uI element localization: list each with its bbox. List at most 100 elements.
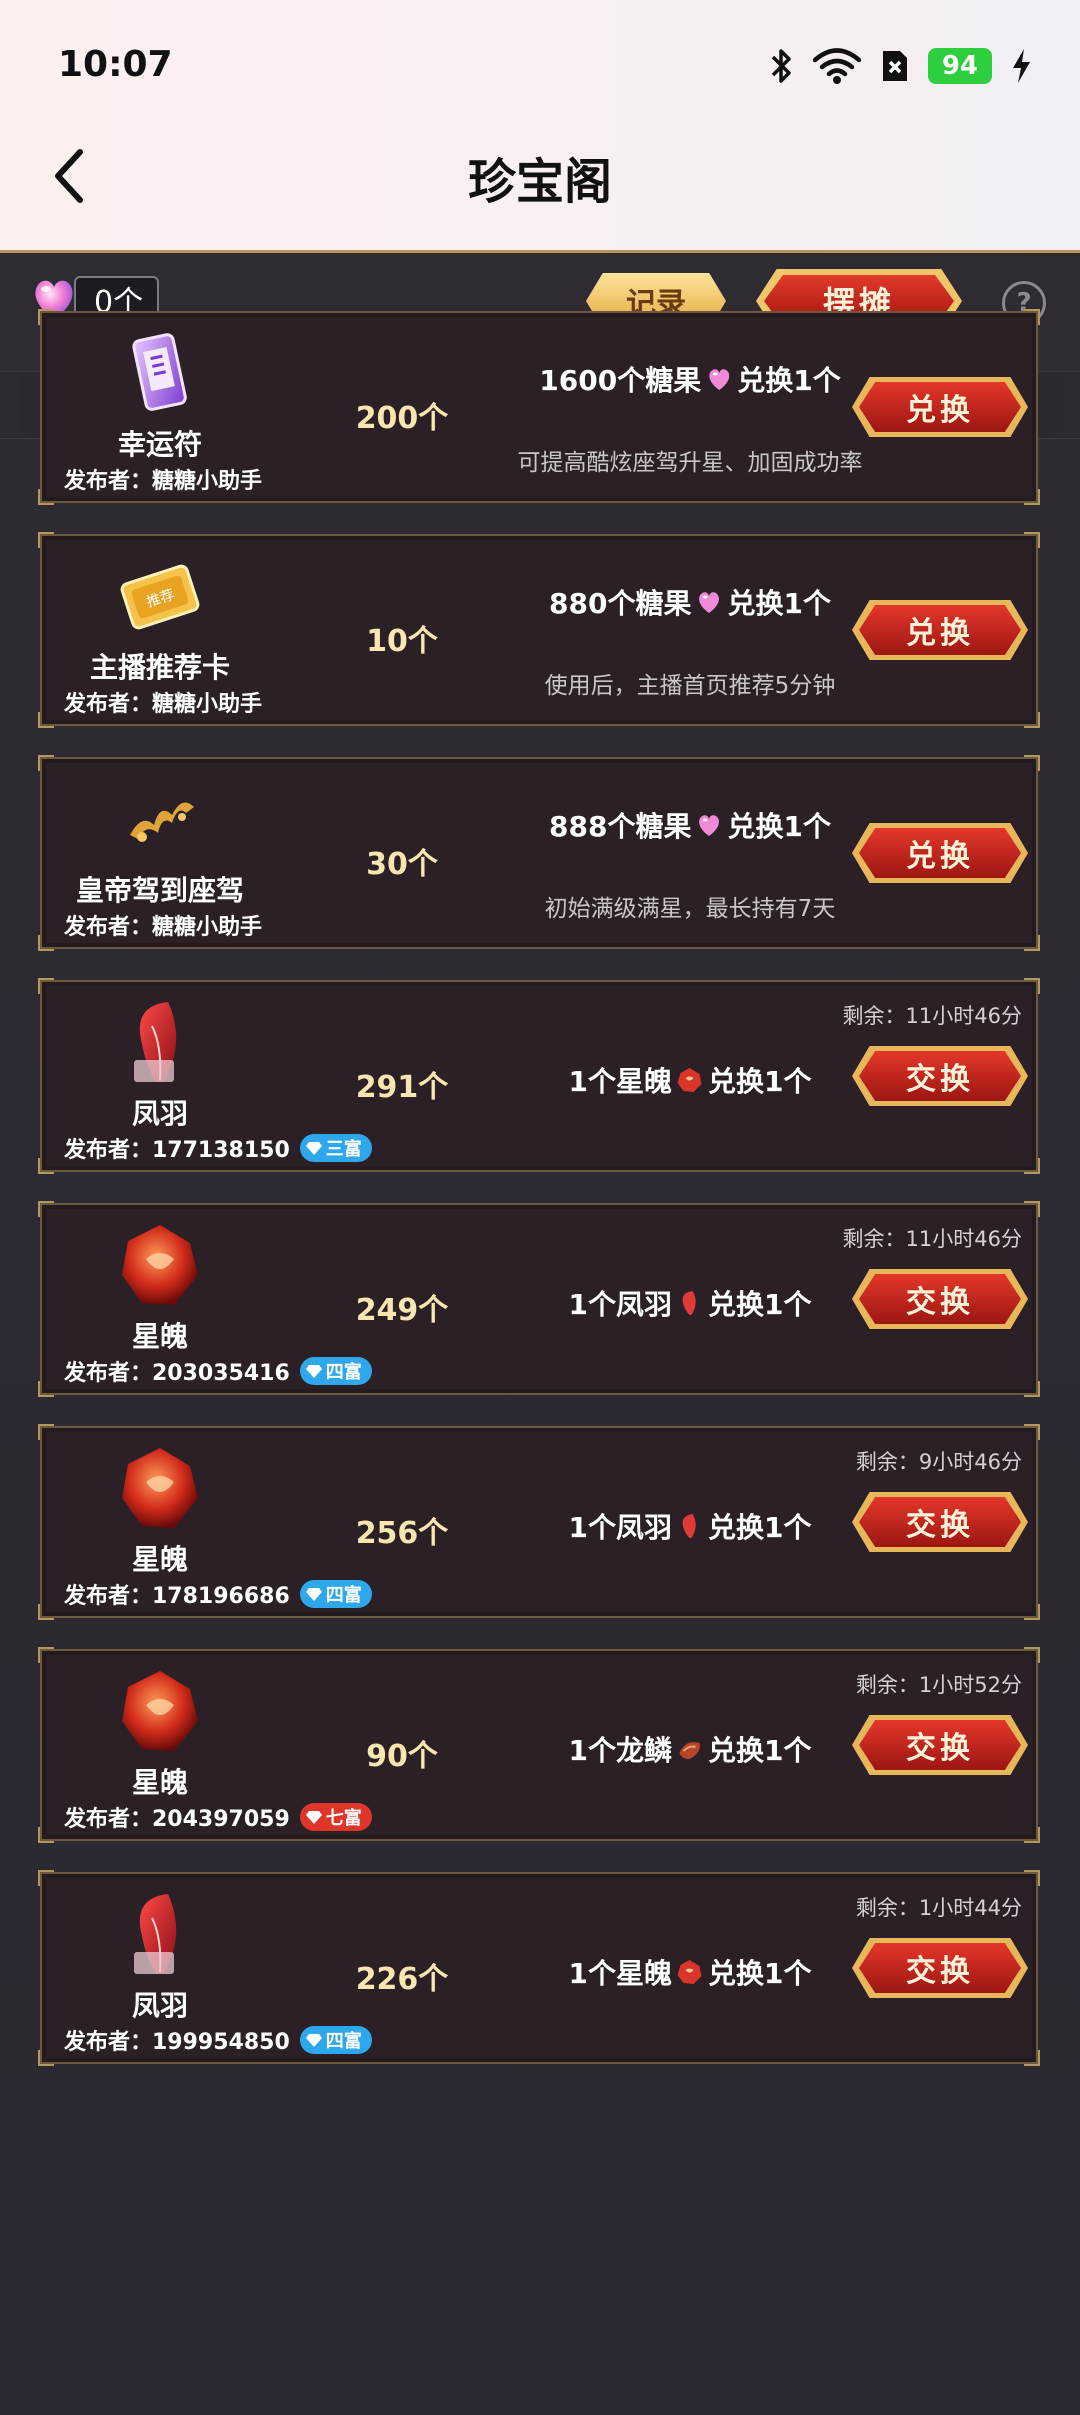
condition-cost: 880个糖果: [549, 587, 692, 620]
candy-icon: [695, 588, 723, 616]
exchange-label: 交换: [906, 1731, 974, 1766]
item-name: 主播推荐卡: [89, 651, 230, 684]
item-quantity: 200个: [355, 401, 449, 436]
rank-badge: 四富: [299, 1580, 372, 1608]
exchange-button[interactable]: 兑换: [852, 377, 1028, 437]
item-description: 可提高酷炫座驾升星、加固成功率: [517, 450, 863, 476]
item-icon: [112, 1665, 208, 1759]
exchange-button[interactable]: 交换: [852, 1269, 1028, 1329]
publisher-text: 发布者：203035416: [64, 1361, 290, 1386]
item-icon: 推荐: [112, 550, 208, 644]
condition-result: 兑换1个: [708, 1734, 812, 1767]
bluetooth-icon: [771, 49, 791, 83]
publisher-text: 发布者：204397059: [64, 1807, 290, 1832]
item-quantity: 256个: [355, 1516, 449, 1551]
item-name: 星魄: [131, 1766, 188, 1799]
condition-result: 兑换1个: [737, 364, 841, 397]
remaining-time: 剩余：11小时46分: [842, 1227, 1022, 1251]
item-quantity: 249个: [355, 1293, 449, 1328]
item-card: 推荐主播推荐卡发布者：糖糖小助手 10个 880个糖果 兑换1个使用后，主播首页推荐5…: [38, 532, 1040, 728]
charging-icon: [1013, 49, 1030, 83]
item-card: 凤羽 发布者：177138150 三富 291个 1个星魄 兑换1个 剩余：11小时46分交…: [38, 978, 1040, 1174]
treasure-panel: 0个 记录 摆摊 ? 道具 数量 条件 操作 幸运符发布者：糖糖小助手200个1…: [0, 250, 1080, 2415]
exchange-condition: 1个凤羽 兑换1个: [569, 1506, 812, 1546]
exchange-condition: 888个糖果 兑换1个: [549, 805, 831, 845]
rank-label: 四富: [325, 1585, 362, 1606]
rank-badge: 四富: [299, 1357, 372, 1385]
item-description: 使用后，主播首页推荐5分钟: [544, 673, 836, 699]
publisher-text: 发布者：糖糖小助手: [64, 469, 263, 494]
item-icon: [112, 327, 208, 421]
publisher: 发布者：178196686 四富: [64, 1578, 372, 1610]
condition-cost: 1个凤羽: [568, 1511, 672, 1544]
rank-badge: 三富: [299, 1134, 372, 1162]
exchange-label: 交换: [906, 1285, 974, 1320]
item-icon: [112, 1888, 208, 1982]
condition-cost: 1600个糖果: [539, 364, 702, 397]
item-card: 星魄发布者：204397059 七富 90个 1个龙鳞 兑换1个 剩余：1小时52分交换: [38, 1647, 1040, 1843]
publisher: 发布者：糖糖小助手: [64, 463, 262, 495]
item-quantity: 291个: [355, 1070, 449, 1105]
item-name: 幸运符: [117, 428, 202, 461]
item-card: 皇帝驾到座驾发布者：糖糖小助手 30个 888个糖果 兑换1个初始满级满星，最长持有7…: [38, 755, 1040, 951]
exchange-label: 兑换: [906, 839, 974, 874]
item-quantity: 10个: [366, 624, 438, 659]
item-quantity: 90个: [366, 1739, 438, 1774]
item-card: 星魄 发布者：178196686 四富 256个 1个凤羽 兑换1个 剩余：9小时46分交换: [38, 1424, 1040, 1620]
condition-cost: 1个凤羽: [568, 1288, 672, 1321]
phoenix-feather-icon: [676, 1512, 704, 1540]
exchange-condition: 1个星魄 兑换1个: [569, 1952, 812, 1992]
item-name: 星魄: [131, 1543, 188, 1576]
exchange-button[interactable]: 交换: [852, 1715, 1028, 1775]
condition-result: 兑换1个: [727, 587, 831, 620]
remaining-time: 剩余：9小时46分: [855, 1450, 1022, 1474]
item-name: 凤羽: [131, 1097, 188, 1130]
top-bar: 10:07 94 珍宝阁: [0, 0, 1080, 250]
exchange-button[interactable]: 交换: [852, 1046, 1028, 1106]
publisher: 发布者：糖糖小助手: [64, 909, 262, 941]
item-description: 初始满级满星，最长持有7天: [544, 896, 836, 922]
publisher: 发布者：199954850 四富: [64, 2024, 372, 2056]
condition-result: 兑换1个: [708, 1065, 812, 1098]
rank-label: 七富: [325, 1808, 362, 1829]
exchange-condition: 1个龙鳞 兑换1个: [569, 1729, 812, 1769]
condition-result: 兑换1个: [708, 1511, 812, 1544]
candy-icon: [705, 365, 733, 393]
star-soul-icon: [676, 1958, 704, 1986]
exchange-label: 交换: [906, 1954, 974, 1989]
publisher-text: 发布者：糖糖小助手: [64, 915, 263, 940]
exchange-button[interactable]: 交换: [852, 1938, 1028, 1998]
exchange-button[interactable]: 兑换: [852, 823, 1028, 883]
publisher-text: 发布者：糖糖小助手: [64, 692, 263, 717]
status-icons: 94: [768, 44, 1032, 88]
item-icon: [112, 996, 208, 1090]
remaining-time: 剩余：11小时46分: [842, 1004, 1022, 1028]
exchange-button[interactable]: 兑换: [852, 600, 1028, 660]
condition-cost: 888个糖果: [549, 810, 692, 843]
exchange-condition: 1个凤羽 兑换1个: [569, 1283, 812, 1323]
exchange-button[interactable]: 交换: [852, 1492, 1028, 1552]
item-card: 凤羽 发布者：199954850 四富 226个 1个星魄 兑换1个 剩余：1小时44分 交换: [38, 1870, 1040, 2066]
item-icon: [112, 1219, 208, 1313]
rank-badge: 四富: [299, 2026, 372, 2054]
phoenix-feather-icon: [676, 1289, 704, 1317]
exchange-label: 兑换: [906, 393, 974, 428]
publisher: 发布者：177138150 三富: [64, 1132, 372, 1164]
dragon-scale-icon: [676, 1735, 704, 1763]
item-quantity: 30个: [366, 847, 438, 882]
exchange-label: 交换: [906, 1062, 974, 1097]
item-name: 星魄: [131, 1320, 188, 1353]
publisher: 发布者：204397059 七富: [64, 1801, 372, 1833]
publisher: 发布者：203035416 四富: [64, 1355, 372, 1387]
condition-result: 兑换1个: [708, 1288, 812, 1321]
exchange-condition: 1个星魄 兑换1个: [569, 1060, 812, 1100]
rank-label: 三富: [325, 1139, 362, 1160]
item-name: 皇帝驾到座驾: [75, 874, 244, 907]
star-soul-icon: [676, 1066, 704, 1094]
wifi-icon: [812, 48, 862, 84]
no-sim-icon: [883, 51, 907, 81]
battery-level: 94: [928, 48, 992, 84]
rank-label: 四富: [325, 1362, 362, 1383]
remaining-time: 剩余：1小时52分: [855, 1673, 1022, 1697]
candy-icon: [695, 811, 723, 839]
